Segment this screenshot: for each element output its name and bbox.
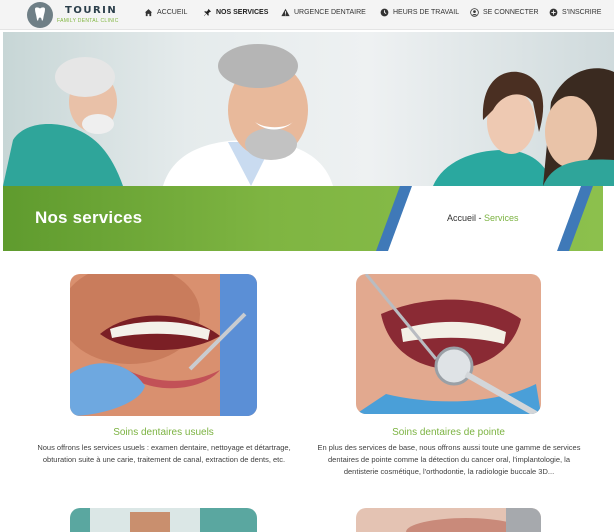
breadcrumb-home-link[interactable]: Accueil: [447, 213, 476, 223]
breadcrumb-separator: -: [476, 213, 485, 223]
service-image-next-left: [70, 508, 257, 532]
nav-item-sinscrire[interactable]: S'INSCRIRE: [549, 8, 601, 17]
nav-item-label: S'INSCRIRE: [562, 9, 602, 16]
service-title-soins-de-pointe[interactable]: Soins dentaires de pointe: [356, 427, 541, 438]
clock-icon: [380, 8, 389, 17]
warning-icon: [281, 8, 290, 17]
page-title: Nos services: [35, 208, 143, 227]
service-image-next-right: [356, 508, 541, 532]
nav-item-label: NOS SERVICES: [216, 9, 269, 16]
service-image-soins-de-pointe: [356, 274, 541, 414]
brand-tagline: FAMILY DENTAL CLINIC: [57, 18, 119, 24]
breadcrumb: Accueil - Services: [447, 213, 519, 223]
hero-photo: [3, 32, 614, 186]
plus-circle-icon: [549, 8, 558, 17]
user-icon: [470, 8, 479, 17]
service-image-soins-usuels: [70, 274, 257, 416]
nav-item-nos-services[interactable]: NOS SERVICES: [203, 8, 268, 17]
nav-item-se-connecter[interactable]: SE CONNECTER: [470, 8, 539, 17]
breadcrumb-current: Services: [484, 213, 519, 223]
home-icon: [144, 8, 153, 17]
nav-item-label: ACCUEIL: [157, 9, 188, 16]
nav-item-accueil[interactable]: ACCUEIL: [144, 8, 187, 17]
tooth-logo-icon: [27, 2, 53, 28]
nav-item-label: URGENCE DENTAIRE: [294, 9, 366, 16]
service-description-soins-de-pointe: En plus des services de base, nous offro…: [317, 443, 581, 476]
brand-name: TOURIN: [65, 5, 118, 16]
nav-item-label: SE CONNECTER: [483, 9, 539, 16]
service-description-soins-usuels: Nous offrons les services usuels : exame…: [37, 443, 291, 464]
nav-item-label: HEURS DE TRAVAIL: [393, 9, 460, 16]
nav-item-urgence-dentaire[interactable]: URGENCE DENTAIRE: [281, 8, 366, 17]
page-header-banner: Nos services Accueil - Services: [3, 186, 614, 251]
pin-icon: [203, 8, 212, 17]
nav-item-heurs-de-travail[interactable]: HEURS DE TRAVAIL: [380, 8, 459, 17]
top-navbar: TOURIN FAMILY DENTAL CLINIC ACCUEIL NOS …: [0, 0, 614, 30]
brand-logo[interactable]: TOURIN FAMILY DENTAL CLINIC: [27, 2, 127, 28]
service-title-soins-usuels[interactable]: Soins dentaires usuels: [70, 427, 257, 438]
